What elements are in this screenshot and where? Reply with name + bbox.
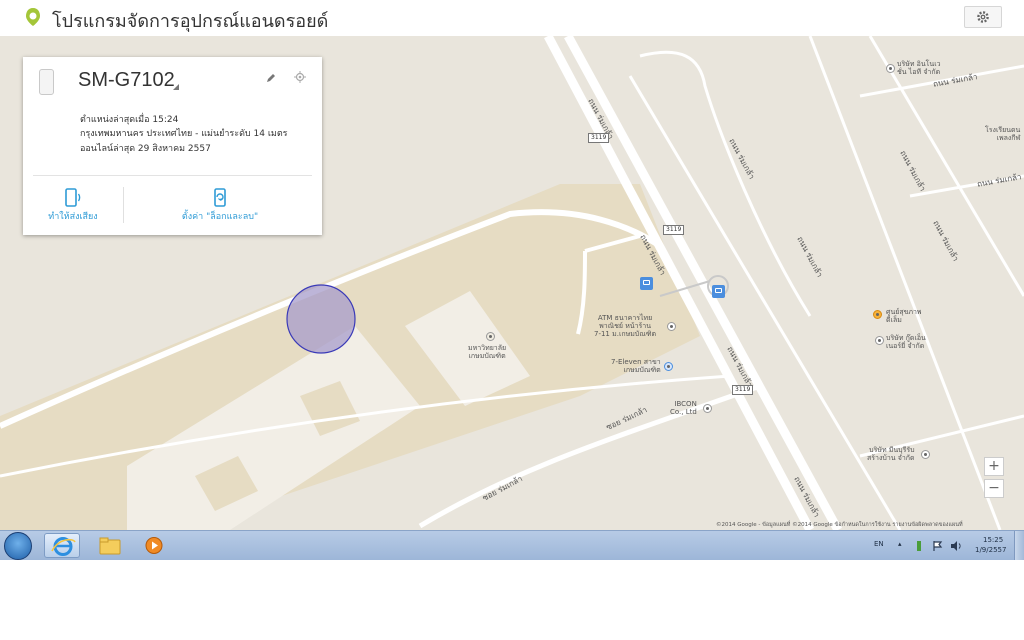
phone-icon	[39, 69, 54, 95]
map-copyright[interactable]: ©2014 Google - ข้อมูลแผนที่ ©2014 Google…	[716, 521, 963, 529]
blank-area	[0, 560, 1024, 640]
settings-button[interactable]	[964, 6, 1002, 28]
media-player-icon	[145, 537, 163, 554]
place-marker[interactable]	[703, 404, 712, 413]
gear-icon	[977, 11, 989, 23]
pencil-icon[interactable]	[265, 72, 277, 84]
place-label[interactable]: ศูนย์สุขภาพ ดีเล็ม	[886, 308, 922, 324]
internet-explorer-taskbar-button[interactable]	[44, 533, 80, 558]
ring-button[interactable]: ทำให้ส่งเสียง	[23, 183, 123, 231]
lock-erase-label: ตั้งค่า "ล็อกและลบ"	[181, 212, 259, 222]
action-center-flag-icon[interactable]	[932, 540, 944, 552]
ring-phone-icon	[65, 188, 81, 207]
bus-stop-icon[interactable]	[712, 285, 725, 298]
store-marker[interactable]	[664, 362, 673, 371]
app-header: โปรแกรมจัดการอุปกรณ์แอนดรอยด์	[0, 0, 1024, 36]
device-card: SM-G7102 ตำแหน่งล่าสุดเมื่อ 15:24 กรุงเท…	[23, 57, 322, 235]
internet-explorer-icon	[51, 537, 76, 556]
place-marker[interactable]	[875, 336, 884, 345]
zoom-out-button[interactable]: −	[984, 479, 1004, 498]
show-desktop-button[interactable]	[1014, 531, 1024, 560]
volume-icon[interactable]	[950, 540, 962, 552]
folder-icon	[99, 537, 121, 555]
language-indicator[interactable]: EN	[874, 540, 884, 548]
last-online: ออนไลน์ล่าสุด 29 สิงหาคม 2557	[80, 144, 211, 154]
place-marker[interactable]	[921, 450, 930, 459]
device-dropdown-icon[interactable]	[173, 84, 179, 90]
clock-date[interactable]: 1/9/2557	[975, 546, 1006, 554]
file-explorer-taskbar-button[interactable]	[92, 533, 128, 558]
place-label[interactable]: บริษัท กู๊ดเอ็น เนอร์ยี่ จำกัด	[886, 334, 926, 350]
lock-erase-icon	[214, 188, 226, 207]
android-device-manager-icon	[26, 8, 40, 26]
location-detail: กรุงเทพมหานคร ประเทศไทย - แม่นยำระดับ 14…	[80, 129, 288, 139]
tray-app-icon[interactable]	[914, 540, 924, 552]
lock-erase-button[interactable]: ตั้งค่า "ล็อกและลบ"	[125, 183, 315, 231]
atm-marker[interactable]	[667, 322, 676, 331]
action-divider	[123, 187, 124, 223]
place-marker[interactable]	[886, 64, 895, 73]
tray-overflow-icon[interactable]: ▴	[898, 540, 902, 548]
route-shield: 3119	[663, 225, 685, 235]
university-marker[interactable]	[486, 332, 495, 341]
app-title: โปรแกรมจัดการอุปกรณ์แอนดรอยด์	[52, 11, 329, 32]
place-label[interactable]: โรงเรียนดน เพลงกีฬ	[985, 126, 1020, 142]
place-label[interactable]: ATM ธนาคารไทย พาณิชย์ หน้าร้าน 7-11 ม.เก…	[594, 314, 656, 338]
device-name: SM-G7102	[78, 69, 175, 91]
place-label[interactable]: 7-Eleven สาขา เกษมบัณฑิต	[611, 358, 661, 374]
bus-stop-icon[interactable]	[640, 277, 653, 290]
restaurant-marker[interactable]	[873, 310, 882, 319]
zoom-in-button[interactable]: +	[984, 457, 1004, 476]
ring-label: ทำให้ส่งเสียง	[48, 212, 98, 222]
place-label[interactable]: IBCON Co., Ltd	[670, 400, 697, 416]
media-player-taskbar-button[interactable]	[136, 533, 172, 558]
clock-time[interactable]: 15:25	[983, 536, 1003, 544]
route-shield: 3119	[732, 385, 754, 395]
place-label[interactable]: มหาวิทยาลัย เกษมบัณฑิต	[468, 344, 506, 360]
place-label[interactable]: บริษัท มีนบุรีรับ สร้างบ้าน จำกัด	[867, 446, 915, 462]
card-divider	[33, 175, 312, 176]
start-button[interactable]	[4, 532, 32, 560]
windows-taskbar: EN ▴ 15:25 1/9/2557	[0, 530, 1024, 560]
place-label[interactable]: บริษัท อินโนเว ชั่น ไอที จำกัด	[897, 60, 941, 76]
route-shield: 3119	[588, 133, 610, 143]
locate-icon[interactable]	[294, 71, 306, 83]
last-location-time: ตำแหน่งล่าสุดเมื่อ 15:24	[80, 115, 179, 125]
